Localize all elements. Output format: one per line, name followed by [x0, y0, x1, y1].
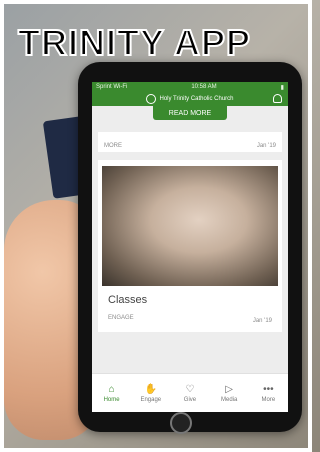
- brand-name: Holy Trinity Catholic Church: [159, 96, 234, 102]
- play-icon: ▷: [225, 383, 233, 395]
- home-icon: ⌂: [108, 383, 115, 395]
- heart-icon: ♡: [185, 383, 195, 395]
- tab-label: More: [261, 397, 276, 403]
- card-date: Jan '19: [252, 318, 272, 324]
- card-more[interactable]: MORE Jan '19: [98, 132, 282, 152]
- overlay-title: TRINITY APP: [17, 21, 252, 64]
- time-label: 10:58 AM: [191, 84, 217, 90]
- card-tag: MORE: [104, 143, 122, 149]
- card-image: [102, 166, 278, 286]
- read-more-button[interactable]: READ MORE: [153, 106, 227, 120]
- tab-label: Media: [220, 397, 238, 403]
- logo-icon: [146, 94, 157, 104]
- carrier-label: Sprint Wi-Fi: [96, 84, 128, 90]
- card-date: Jan '19: [256, 143, 276, 149]
- card-tag: ENGAGE: [108, 315, 134, 321]
- tab-media[interactable]: ▷ Media: [212, 383, 246, 404]
- bottom-tab-bar: ⌂ Home ✋ Engage ♡ Give ▷ Media ••• More: [92, 373, 288, 412]
- card-classes[interactable]: Classes ENGAGE Jan '19: [98, 160, 282, 332]
- tab-home[interactable]: ⌂ Home: [95, 383, 129, 404]
- more-icon: •••: [263, 383, 274, 395]
- hand-icon: ✋: [144, 383, 158, 395]
- tab-engage[interactable]: ✋ Engage: [134, 383, 168, 404]
- phone-screen: Sprint Wi-Fi 10:58 AM ▮ Holy Trinity Cat…: [92, 82, 288, 412]
- card-title: Classes: [108, 294, 148, 306]
- tab-label: Engage: [140, 397, 162, 403]
- tab-label: Give: [183, 397, 197, 403]
- user-icon[interactable]: [273, 94, 282, 103]
- status-bar: Sprint Wi-Fi 10:58 AM ▮: [92, 82, 288, 92]
- battery-icon: ▮: [280, 84, 284, 91]
- tab-more[interactable]: ••• More: [251, 383, 285, 404]
- tab-give[interactable]: ♡ Give: [173, 383, 207, 404]
- app-header: Holy Trinity Catholic Church: [92, 92, 288, 106]
- home-button[interactable]: [170, 412, 192, 434]
- tab-label: Home: [103, 397, 120, 403]
